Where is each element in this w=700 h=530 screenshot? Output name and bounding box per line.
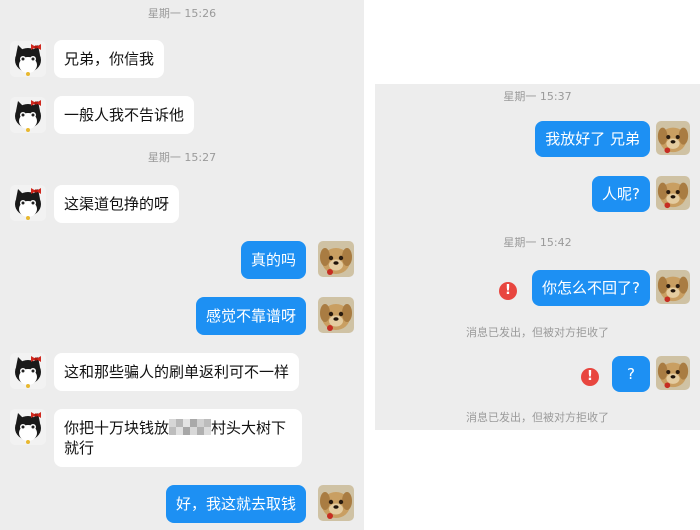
- contact-avatar[interactable]: [10, 41, 46, 77]
- self-avatar[interactable]: [318, 297, 354, 333]
- contact-avatar[interactable]: [10, 97, 46, 133]
- contact-avatar[interactable]: [10, 353, 46, 389]
- dog-avatar-icon: [656, 176, 690, 210]
- timestamp: 星期一 15:37: [503, 90, 572, 103]
- rejected-notice: 消息已发出，但被对方拒收了: [466, 411, 609, 424]
- self-avatar[interactable]: [656, 270, 690, 304]
- chat-panel-right: 星期一 15:37 我放好了 兄弟 人呢? 星期一 15:42 ! 你怎么不回了…: [375, 84, 700, 430]
- message-bubble-sent[interactable]: 你怎么不回了?: [532, 270, 650, 306]
- timestamp: 星期一 15:42: [503, 236, 572, 249]
- message-bubble-sent[interactable]: 我放好了 兄弟: [535, 121, 650, 157]
- message-bubble[interactable]: 这和那些骗人的刷单返利可不一样: [54, 353, 300, 391]
- message-bubble[interactable]: 一般人我不告诉他: [54, 96, 195, 134]
- self-avatar[interactable]: [656, 121, 690, 155]
- rejected-notice: 消息已发出，但被对方拒收了: [466, 326, 609, 339]
- cat-avatar-icon: [10, 409, 46, 445]
- send-failed-icon[interactable]: !: [499, 282, 517, 300]
- send-failed-icon[interactable]: !: [581, 368, 599, 386]
- message-text: 你把十万块钱放: [64, 419, 170, 437]
- message-bubble-sent[interactable]: 真的吗: [240, 241, 306, 279]
- message-bubble-sent[interactable]: ?: [612, 356, 650, 392]
- message-bubble[interactable]: 这渠道包挣的呀: [54, 185, 180, 223]
- message-bubble[interactable]: 你把十万块钱放 村头大树下 就行: [54, 409, 302, 467]
- message-text: 就行: [64, 439, 95, 457]
- dog-avatar-icon: [318, 485, 354, 521]
- self-avatar[interactable]: [318, 241, 354, 277]
- message-bubble-sent[interactable]: 感觉不靠谱呀: [195, 297, 306, 335]
- cat-avatar-icon: [10, 353, 46, 389]
- timestamp: 星期一 15:27: [147, 151, 217, 164]
- self-avatar[interactable]: [656, 176, 690, 210]
- dog-avatar-icon: [656, 270, 690, 304]
- dog-avatar-icon: [656, 356, 690, 390]
- message-bubble-sent[interactable]: 人呢?: [592, 176, 650, 212]
- cat-avatar-icon: [10, 185, 46, 221]
- message-bubble-sent[interactable]: 好，我这就去取钱: [165, 485, 306, 523]
- dog-avatar-icon: [318, 297, 354, 333]
- message-bubble[interactable]: 兄弟，你信我: [54, 40, 165, 78]
- dog-avatar-icon: [318, 241, 354, 277]
- contact-avatar[interactable]: [10, 185, 46, 221]
- contact-avatar[interactable]: [10, 409, 46, 445]
- cat-avatar-icon: [10, 97, 46, 133]
- timestamp: 星期一 15:26: [147, 7, 217, 20]
- message-text: 村头大树下: [211, 419, 287, 437]
- cat-avatar-icon: [10, 41, 46, 77]
- self-avatar[interactable]: [318, 485, 354, 521]
- redacted-mosaic: [169, 419, 212, 435]
- dog-avatar-icon: [656, 121, 690, 155]
- self-avatar[interactable]: [656, 356, 690, 390]
- chat-panel-left: 星期一 15:26 兄弟，你信我 一般人我不告诉他 星期一 15:27 这渠道包…: [0, 0, 364, 530]
